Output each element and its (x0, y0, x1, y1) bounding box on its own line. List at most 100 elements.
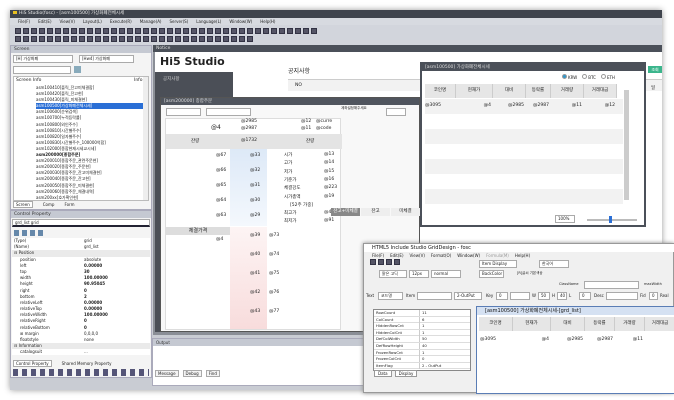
backcolor-select[interactable]: BackColor (479, 270, 504, 278)
output-tab[interactable]: Find (205, 370, 220, 377)
toolbar-icon[interactable] (175, 28, 181, 34)
tree-item[interactable]: asm200xx[호가확인현] (36, 195, 146, 201)
radio-circle[interactable] (600, 74, 606, 79)
tab-screen[interactable]: Screen (13, 201, 33, 208)
toolbar-icon[interactable] (31, 35, 37, 42)
bid-price[interactable]: @39 (250, 233, 260, 238)
column-header[interactable]: 거래량 (551, 84, 584, 98)
account-select[interactable]: 계좌설정해주세요 (341, 106, 371, 111)
tree-scrollbar[interactable] (143, 77, 148, 200)
preview-column-header[interactable]: 현재가 (513, 317, 551, 331)
radio-eth[interactable]: ETH (600, 74, 615, 80)
output-tab[interactable]: Debug (182, 370, 202, 377)
toolbar-icon[interactable] (175, 35, 181, 42)
toolbar-icon[interactable] (23, 35, 29, 42)
bid-price[interactable]: @43 (250, 309, 260, 314)
grid-cell[interactable]: @3095 (425, 103, 454, 108)
toolbar-icon[interactable] (71, 35, 77, 42)
preview-column-header[interactable]: 거래량 (615, 317, 645, 331)
toolbar-icon[interactable] (23, 28, 29, 34)
column-header[interactable]: 현재가 (456, 84, 493, 98)
radio-krw[interactable]: KRW (562, 74, 577, 80)
zoom-select[interactable]: 100% (555, 215, 575, 223)
menu-item[interactable]: Layout(L) (83, 19, 102, 24)
toolbar-icon[interactable] (135, 28, 141, 34)
language-select[interactable]: 한국어 (539, 260, 569, 268)
toolbar-icon[interactable] (55, 35, 61, 42)
toolbar-icon[interactable] (191, 35, 197, 42)
toolbar-icon[interactable] (111, 28, 117, 34)
toolbar-icon[interactable] (111, 35, 117, 42)
key_val-field[interactable]: 0 (496, 292, 508, 300)
grid-prop-row[interactable]: ItemFlag 2 - OutPut (374, 362, 470, 370)
toolbar-icon[interactable] (159, 35, 165, 42)
toolbar-icon[interactable] (127, 35, 133, 42)
column-header[interactable]: 대비 (493, 84, 526, 98)
output-tab[interactable]: Message (155, 370, 179, 377)
toolbar-icon[interactable] (15, 28, 21, 34)
toolbar-icon[interactable] (231, 35, 237, 42)
toolbar-icon[interactable] (15, 35, 21, 42)
column-header[interactable]: 코인명 (425, 84, 456, 98)
toolbar-icon[interactable] (143, 35, 149, 42)
toolbar-icon[interactable] (103, 35, 109, 42)
grid-cell[interactable]: @4 (456, 103, 491, 108)
property-row[interactable]: catalogsuit... (12, 349, 150, 355)
menu-item[interactable]: Server(S) (170, 19, 189, 24)
toolbar-icon[interactable] (119, 28, 125, 34)
font-select[interactable]: 맑은 고딕 (379, 270, 407, 278)
toolbar-icon[interactable] (55, 28, 61, 34)
grid-prop-row[interactable]: HiddenColCnt 1 (374, 329, 470, 337)
preview-column-header[interactable]: 대비 (551, 317, 585, 331)
menu-item[interactable]: View(V) (60, 19, 75, 24)
grid-prop-row[interactable]: DefColWidth 50 (374, 336, 470, 343)
grid-prop-row[interactable]: FrozenColCnt 0 (374, 356, 470, 363)
menu-item[interactable]: Language(L) (196, 19, 221, 24)
grid-prop-row[interactable]: HiddenRowCnt 1 (374, 323, 470, 330)
toolbar-icon[interactable] (247, 28, 253, 34)
h_val-field[interactable]: 40 (557, 292, 567, 300)
screen-combo-2[interactable]: [Hw4] 가상화폐 (79, 55, 134, 63)
toolbar-icon[interactable] (287, 28, 293, 34)
grid-cell[interactable]: @11 (551, 103, 582, 108)
menu-item[interactable]: Execute(R) (110, 19, 132, 24)
toolbar-icon[interactable] (119, 35, 125, 42)
toolbar-icon[interactable] (127, 28, 133, 34)
toolbar-icon[interactable] (303, 28, 309, 34)
folder-icon[interactable] (74, 66, 81, 73)
property-value[interactable]: ... (84, 349, 88, 355)
toolbar-icon[interactable] (47, 35, 53, 42)
order-tab[interactable]: 미체결 (391, 208, 420, 216)
w_val-field[interactable]: 50 (538, 292, 550, 300)
prop-tab[interactable]: Display (394, 370, 418, 377)
prop-tab[interactable]: Data (374, 370, 392, 377)
blank-field[interactable] (606, 292, 638, 300)
blank-field[interactable] (510, 292, 530, 300)
toolbar-icon[interactable] (39, 28, 45, 34)
toolbar-icon[interactable] (191, 28, 197, 34)
screen-combo-1[interactable]: [H] 가상화폐 (13, 55, 73, 63)
gd-menu-item[interactable]: Formula(M) (486, 253, 509, 258)
toolbar-icon[interactable] (135, 35, 141, 42)
order-tab[interactable]: 잔고+미체결 (331, 208, 360, 216)
toolbar-icon[interactable] (143, 28, 149, 34)
property-tab[interactable]: Shared Memory Property (62, 361, 112, 366)
toolbar-icon[interactable] (207, 35, 213, 42)
order-tab[interactable]: 잔고 (361, 208, 390, 216)
ask-price[interactable]: @30 (250, 198, 260, 203)
preview-column-header[interactable]: 코인명 (479, 317, 513, 331)
toolbar-icon[interactable] (215, 35, 221, 42)
menu-item[interactable]: Help(H) (260, 19, 275, 24)
grid-prop-row[interactable]: DefRowHeight 40 (374, 342, 470, 350)
menu-item[interactable]: Manage(A) (140, 19, 162, 24)
property-tab[interactable]: Control Property (13, 360, 52, 367)
toolbar-icon[interactable] (199, 28, 205, 34)
toolbar-icon[interactable] (87, 35, 93, 42)
toolbar-icon[interactable] (263, 28, 269, 34)
toolbar-icon[interactable] (271, 28, 277, 34)
grid-prop-value[interactable]: 2 - OutPut (419, 362, 441, 369)
toolbar-icon[interactable] (63, 28, 69, 34)
gd-menu-item[interactable]: File(F) (372, 253, 384, 258)
grid-prop-value[interactable]: 50 (419, 336, 427, 343)
preview-column-header[interactable]: 거래대금 (645, 317, 674, 331)
